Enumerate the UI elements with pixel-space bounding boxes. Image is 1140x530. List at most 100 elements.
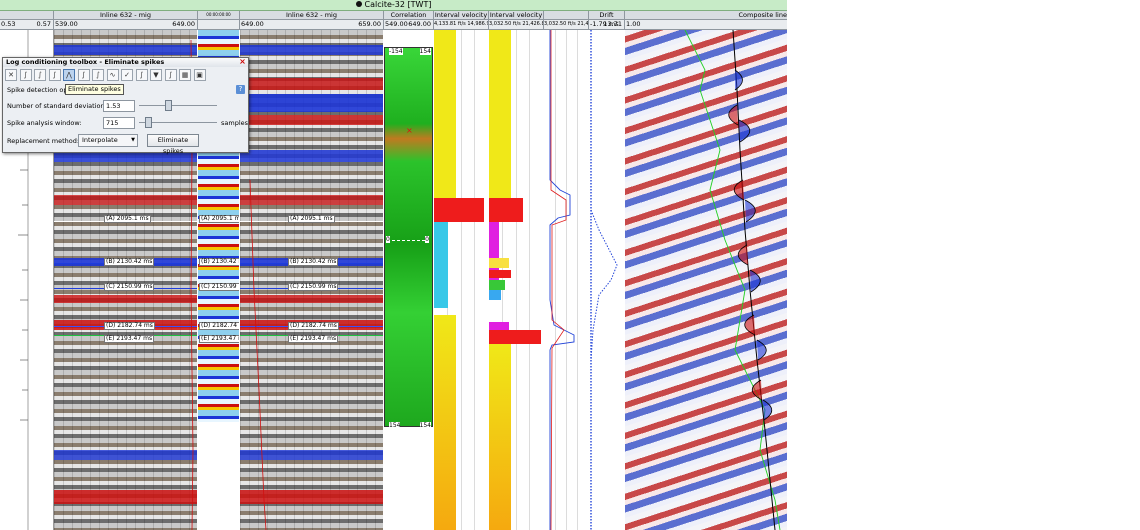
- range-correlation: 549.00 649.00: [384, 20, 434, 30]
- iv1-block-spike: [434, 198, 484, 222]
- curve-icon[interactable]: ∫: [77, 69, 90, 81]
- header-iv2-label: Interval velocity: [489, 11, 543, 19]
- help-icon[interactable]: ?: [236, 85, 245, 94]
- iv2-block-a: [489, 258, 509, 268]
- tooltip: Eliminate spikes: [65, 84, 124, 95]
- log-conditioning-dialog[interactable]: Log conditioning toolbox - Eliminate spi…: [2, 57, 249, 155]
- std-label: Number of standard deviation:: [7, 102, 107, 110]
- well-path-b: [249, 179, 267, 530]
- wave-icon[interactable]: ∿: [106, 69, 119, 81]
- save-icon[interactable]: ▣: [193, 69, 206, 81]
- header-drift-label: Drift: [599, 11, 614, 19]
- log-curves: [549, 30, 575, 530]
- table-icon[interactable]: ▦: [179, 69, 191, 81]
- range-narrow: [198, 20, 240, 30]
- range-iv1: 4,133.81 ft/s 14,986.94: [434, 20, 489, 30]
- composite-traces: [684, 30, 781, 530]
- corr-mid-left: 0: [386, 236, 390, 243]
- header-inline-b[interactable]: Inline 632 - mig: [240, 11, 384, 20]
- header-interval-velocity-2[interactable]: Interval velocity: [489, 11, 544, 20]
- chevron-down-icon: ▼: [131, 137, 135, 143]
- range-composite: 1.00: [625, 20, 787, 30]
- correlation-peak-marker: ×: [406, 126, 413, 135]
- dialog-title-bar[interactable]: Log conditioning toolbox - Eliminate spi…: [3, 58, 248, 67]
- header-composite-label: Composite line: [738, 11, 788, 19]
- synthetic-horizon-e: (E) 2193.47 ms: [199, 335, 239, 343]
- iv2-block-spike: [489, 198, 523, 222]
- corr-bot-right: 154: [419, 422, 431, 429]
- interval-velocity-track-1[interactable]: [434, 30, 488, 530]
- zero-lag-line: [392, 240, 425, 241]
- header-inline-a[interactable]: Inline 632 - mig: [54, 11, 198, 20]
- drift-track[interactable]: [589, 30, 624, 530]
- replacement-label: Replacement method:: [7, 137, 80, 145]
- iv2-block-e: [489, 322, 509, 330]
- eliminate-spikes-button[interactable]: Eliminate spikes: [147, 134, 199, 155]
- log-track[interactable]: [544, 30, 588, 530]
- iv1-block-cyan: [434, 222, 448, 308]
- header-log-track[interactable]: [544, 11, 589, 20]
- correlation-track[interactable]: -154 154 0 0 154 154 ×: [384, 30, 433, 530]
- window-unit: samples: [221, 119, 249, 127]
- corr-bot-left: 154: [389, 422, 401, 429]
- header-interval-velocity-1[interactable]: Interval velocity: [434, 11, 489, 20]
- composite-line-panel[interactable]: [625, 30, 787, 530]
- range-log: 3,032.50 ft/s 21,426.88: [544, 20, 589, 30]
- dialog-title: Log conditioning toolbox - Eliminate spi…: [6, 58, 165, 66]
- corr-top-left: -154: [389, 48, 403, 55]
- window-slider-thumb[interactable]: [144, 117, 152, 128]
- synthetic-horizon-c: (C) 2150.99 ms: [199, 283, 239, 291]
- eliminate-spikes-icon[interactable]: ⋀: [63, 69, 75, 81]
- range-inline-a: 539.00 649.00: [54, 20, 198, 30]
- iv1-block-lower: [434, 315, 456, 530]
- std-slider-thumb[interactable]: [164, 100, 172, 111]
- header-iv1-label: Interval velocity: [434, 11, 488, 19]
- range-iv2: 3,032.50 ft/s 21,426.88: [489, 20, 544, 30]
- iv2-block-upper: [489, 30, 511, 198]
- std-slider[interactable]: [139, 105, 217, 106]
- curve-icon[interactable]: ∫: [92, 69, 104, 81]
- check-icon[interactable]: ✓: [121, 69, 133, 81]
- curve-icon[interactable]: ∫: [48, 69, 61, 81]
- x-icon[interactable]: ✕: [5, 69, 17, 81]
- synthetic-horizon-d: (D) 2182.74 ms: [199, 322, 239, 330]
- filter-icon[interactable]: ▼: [150, 69, 162, 81]
- curve-icon[interactable]: ∫: [19, 69, 32, 81]
- std-field[interactable]: 1.53: [103, 100, 135, 112]
- well-tie-window: Calcite-32 [TWT] Inline 632 - mig 00:00:…: [0, 0, 787, 530]
- synthetic-horizon-a: (A) 2095.1 ms: [199, 215, 239, 223]
- header-composite[interactable]: Composite line: [625, 11, 787, 20]
- curve-icon[interactable]: ∫: [164, 69, 177, 81]
- interval-velocity-track-2[interactable]: [489, 30, 543, 530]
- iv2-block-d: [489, 290, 501, 300]
- iv2-block-lower: [489, 344, 511, 530]
- header-correlation-label: Correlation: [390, 11, 427, 19]
- window-title-bar[interactable]: Calcite-32 [TWT]: [0, 0, 787, 11]
- close-icon[interactable]: ×: [239, 58, 246, 66]
- header-correlation[interactable]: Correlation: [384, 11, 434, 20]
- iv1-block-upper: [434, 30, 456, 198]
- synthetic-horizon-b: (B) 2130.42 ms: [199, 258, 239, 266]
- header-narrow-label: 00:00:00:00: [206, 12, 231, 17]
- corr-top-right: 154: [419, 48, 431, 55]
- header-drift[interactable]: Drift: [589, 11, 625, 20]
- window-label: Spike analysis window:: [7, 119, 82, 127]
- replacement-select[interactable]: Interpolate ▼: [78, 134, 138, 147]
- header-narrow-panel[interactable]: 00:00:00:00: [198, 11, 240, 20]
- header-left-track[interactable]: [0, 11, 54, 20]
- iv2-block-spike-2: [489, 330, 541, 344]
- header-inline-b-label: Inline 632 - mig: [286, 11, 337, 19]
- seismic-panel-inline-b[interactable]: (A) 2095.1 ms (B) 2130.42 ms (C) 2150.99…: [240, 30, 383, 530]
- window-title: Calcite-32 [TWT]: [364, 0, 432, 9]
- iv2-block-c: [489, 280, 505, 290]
- iv2-block-b: [489, 270, 511, 278]
- range-left: 0.53 0.57: [0, 20, 54, 30]
- corr-mid-right: 0: [425, 236, 429, 243]
- header-inline-a-label: Inline 632 - mig: [100, 11, 151, 19]
- window-field[interactable]: 715: [103, 117, 135, 129]
- well-marker-icon: [355, 1, 362, 7]
- curve-icon[interactable]: ∫: [135, 69, 148, 81]
- curve-icon[interactable]: ∫: [34, 69, 46, 81]
- drift-curve: [590, 30, 618, 530]
- range-inline-b: 649.00 659.00: [240, 20, 384, 30]
